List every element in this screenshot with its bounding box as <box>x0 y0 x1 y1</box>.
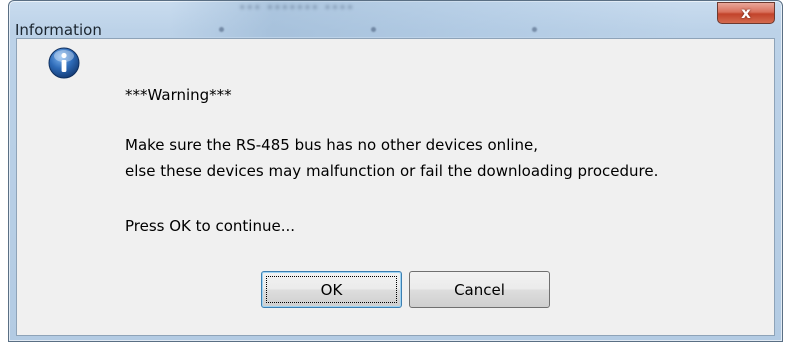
background-ghost-dot <box>219 27 224 32</box>
message-line-2: else these devices may malfunction or fa… <box>125 162 659 180</box>
message-line-1: Make sure the RS-485 bus has no other de… <box>125 136 539 154</box>
title-bar[interactable]: *** ******* **** Information x <box>9 1 782 37</box>
cancel-button[interactable]: Cancel <box>409 271 550 308</box>
information-icon <box>48 47 80 79</box>
continue-prompt: Press OK to continue... <box>125 217 296 235</box>
close-icon: x <box>741 3 751 22</box>
background-ghost-dot <box>532 27 537 32</box>
ok-button[interactable]: OK <box>261 271 402 308</box>
background-ghost-dot <box>371 27 376 32</box>
dialog-body: ***Warning*** Make sure the RS-485 bus h… <box>16 38 775 336</box>
warning-heading: ***Warning*** <box>125 86 232 104</box>
cancel-button-label: Cancel <box>454 280 505 299</box>
focus-rectangle <box>266 276 397 303</box>
window-title: Information <box>15 21 102 37</box>
close-button[interactable]: x <box>717 2 775 24</box>
dialog-window: *** ******* **** Information x ***Warnin… <box>8 0 783 342</box>
background-window-ghost-title: *** ******* **** <box>239 3 355 18</box>
